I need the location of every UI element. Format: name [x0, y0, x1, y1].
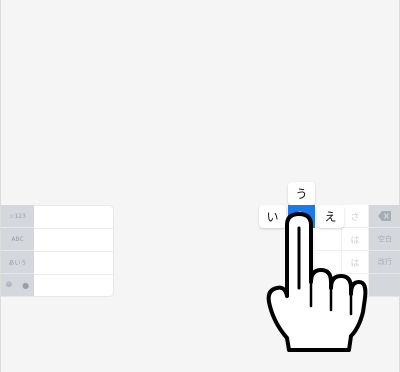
keyboard-left-column: ☆123 ABC あいう 🌐︎ ●	[1, 205, 34, 297]
kana-mode-key[interactable]: あいう	[1, 251, 34, 274]
keyboard-right-column: 空白 改行	[369, 205, 400, 297]
panel-row[interactable]	[34, 252, 113, 275]
globe-icon[interactable]: 🌐︎	[6, 280, 12, 290]
pointing-hand-icon	[266, 212, 368, 352]
enter-key[interactable]: 改行	[369, 251, 400, 274]
flick-up-key[interactable]: う	[288, 182, 315, 205]
panel-row[interactable]	[34, 206, 113, 229]
space-key[interactable]: 空白	[369, 228, 400, 251]
delete-key[interactable]	[369, 205, 400, 228]
keyboard-left-panel	[34, 205, 114, 297]
panel-row[interactable]	[34, 229, 113, 252]
backspace-icon	[378, 211, 391, 221]
panel-row[interactable]	[34, 275, 113, 298]
number-mode-key[interactable]: ☆123	[1, 205, 34, 228]
globe-mic-row: 🌐︎ ●	[1, 274, 34, 297]
alphabet-mode-key[interactable]: ABC	[1, 228, 34, 251]
microphone-icon[interactable]: ●	[22, 281, 29, 290]
blank-key[interactable]	[369, 274, 400, 297]
